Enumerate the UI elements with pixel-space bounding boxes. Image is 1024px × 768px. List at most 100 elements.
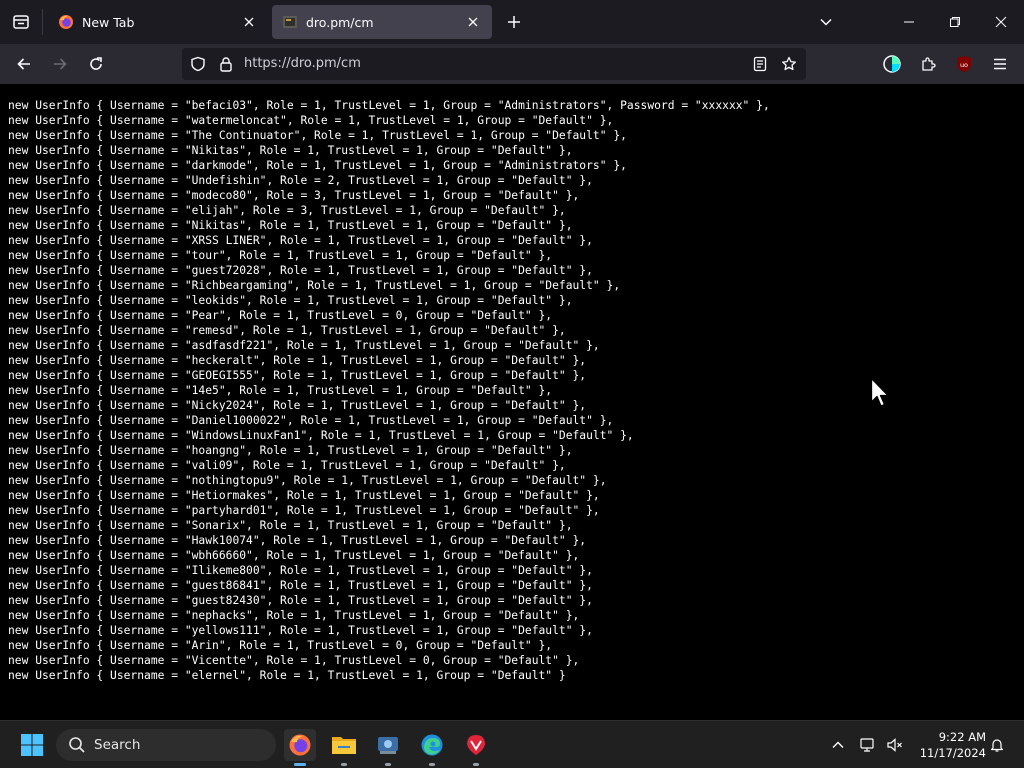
vivaldi-icon — [467, 735, 485, 755]
reader-view-icon — [753, 56, 767, 72]
taskbar-vivaldi[interactable] — [460, 729, 492, 766]
app-menu-button[interactable] — [986, 50, 1014, 78]
address-bar[interactable]: https://dro.pm/cm — [182, 48, 806, 80]
reload-button[interactable] — [82, 50, 110, 78]
extensions-button[interactable] — [914, 50, 942, 78]
firefox-icon — [289, 734, 311, 756]
close-tab-button[interactable] — [464, 13, 482, 31]
system-clock[interactable]: 9:22 AM 11/17/2024 — [916, 729, 986, 761]
code-line: new UserInfo { Username = "partyhard01",… — [8, 504, 600, 517]
start-button[interactable] — [16, 729, 48, 761]
restore-icon — [950, 17, 960, 27]
windows-logo-icon — [21, 734, 43, 756]
code-line: new UserInfo { Username = "remesd", Role… — [8, 324, 566, 337]
puzzle-icon — [922, 57, 936, 71]
code-line: new UserInfo { Username = "leokids", Rol… — [8, 294, 573, 307]
code-line: new UserInfo { Username = "GEOEGI555", R… — [8, 369, 587, 382]
close-icon — [244, 17, 254, 27]
network-status[interactable] — [856, 733, 880, 757]
code-line: new UserInfo { Username = "Hetiormakes",… — [8, 489, 600, 502]
ublock-origin-button[interactable]: uo — [950, 50, 978, 78]
notifications-button[interactable] — [985, 733, 1009, 757]
file-explorer-icon — [332, 737, 356, 754]
code-line: new UserInfo { Username = "Hawk10074", R… — [8, 534, 587, 547]
code-line: new UserInfo { Username = "Arin", Role =… — [8, 639, 553, 652]
code-line: new UserInfo { Username = "Vicentte", Ro… — [8, 654, 580, 667]
volume-status[interactable] — [883, 733, 907, 757]
plus-icon — [508, 16, 520, 28]
site-security-button[interactable] — [216, 54, 236, 74]
tab-dro-pm[interactable]: dro.pm/cm — [272, 5, 492, 39]
search-icon — [69, 737, 85, 753]
code-line: new UserInfo { Username = "14e5", Role =… — [8, 384, 553, 397]
shield-icon — [191, 56, 205, 72]
page-content: new UserInfo { Username = "befaci03", Ro… — [0, 84, 1024, 720]
ublock-shield-icon: uo — [957, 56, 971, 72]
taskbar-search-box[interactable]: Search — [56, 729, 276, 761]
show-hidden-icons-button[interactable] — [826, 733, 850, 757]
code-line: new UserInfo { Username = "Pear", Role =… — [8, 309, 553, 322]
restore-button[interactable] — [941, 8, 969, 36]
code-line: new UserInfo { Username = "elernel", Rol… — [8, 669, 566, 682]
firefox-account-button[interactable] — [878, 50, 906, 78]
edge-icon — [421, 734, 443, 756]
tab-title: dro.pm/cm — [306, 14, 374, 30]
list-all-tabs-button[interactable] — [812, 8, 840, 36]
new-tab-button[interactable] — [500, 8, 528, 36]
close-icon — [468, 17, 478, 27]
forward-arrow-icon — [54, 58, 67, 70]
code-line: new UserInfo { Username = "Nikitas", Rol… — [8, 219, 573, 232]
network-icon — [860, 738, 874, 752]
taskbar-firefox[interactable] — [284, 729, 316, 766]
taskbar-app[interactable] — [372, 729, 404, 766]
code-line: new UserInfo { Username = "wbh66660", Ro… — [8, 549, 580, 562]
code-line: new UserInfo { Username = "Undefishin", … — [8, 174, 593, 187]
code-line: new UserInfo { Username = "WindowsLinuxF… — [8, 429, 634, 442]
back-button[interactable] — [10, 50, 38, 78]
tab-strip: New Tab dro.pm/cm — [0, 0, 1024, 44]
star-icon — [782, 56, 796, 71]
tab-title: New Tab — [82, 14, 135, 30]
tracking-protection-button[interactable] — [188, 54, 208, 74]
bell-icon — [990, 739, 1004, 752]
reload-icon — [90, 57, 102, 70]
close-window-button[interactable] — [987, 8, 1015, 36]
forward-button[interactable] — [46, 50, 74, 78]
clock-date: 11/17/2024 — [919, 746, 986, 760]
code-line: new UserInfo { Username = "guest72028", … — [8, 264, 593, 277]
tab-new-tab[interactable]: New Tab — [48, 5, 268, 39]
code-line: new UserInfo { Username = "guest82430", … — [8, 594, 593, 607]
hamburger-menu-icon — [994, 58, 1006, 70]
taskbar-edge[interactable] — [416, 729, 448, 766]
minimize-icon — [904, 21, 914, 23]
bookmark-button[interactable] — [779, 54, 799, 74]
code-line: new UserInfo { Username = "XRSS LINER", … — [8, 234, 593, 247]
back-arrow-icon — [17, 58, 30, 70]
reader-view-button[interactable] — [750, 54, 770, 74]
code-line: new UserInfo { Username = "asdfasdf221",… — [8, 339, 600, 352]
page-favicon-icon — [283, 16, 297, 28]
close-tab-button[interactable] — [240, 13, 258, 31]
tab-separator — [42, 9, 43, 35]
code-line: new UserInfo { Username = "darkmode", Ro… — [8, 159, 627, 172]
code-line: new UserInfo { Username = "Nicky2024", R… — [8, 399, 587, 412]
code-line: new UserInfo { Username = "Nikitas", Rol… — [8, 144, 573, 157]
code-line: new UserInfo { Username = "elijah", Role… — [8, 204, 566, 217]
code-line: new UserInfo { Username = "tour", Role =… — [8, 249, 553, 262]
firefox-icon — [59, 15, 73, 29]
code-line: new UserInfo { Username = "modeco80", Ro… — [8, 189, 580, 202]
clock-time: 9:22 AM — [938, 730, 986, 744]
app-icon — [378, 737, 398, 754]
minimize-button[interactable] — [895, 8, 923, 36]
navigation-toolbar: https://dro.pm/cm uo — [0, 44, 1024, 84]
url-text[interactable]: https://dro.pm/cm — [244, 56, 361, 71]
code-line: new UserInfo { Username = "watermeloncat… — [8, 114, 614, 127]
speaker-muted-icon — [887, 738, 902, 752]
taskbar-file-explorer[interactable] — [328, 729, 360, 766]
svg-text:uo: uo — [960, 61, 968, 69]
code-line: new UserInfo { Username = "vali09", Role… — [8, 459, 566, 472]
firefox-view-button[interactable] — [6, 7, 36, 37]
code-line: new UserInfo { Username = "guest86841", … — [8, 579, 593, 592]
code-line: new UserInfo { Username = "nephacks", Ro… — [8, 609, 580, 622]
mouse-pointer-icon — [870, 377, 889, 407]
